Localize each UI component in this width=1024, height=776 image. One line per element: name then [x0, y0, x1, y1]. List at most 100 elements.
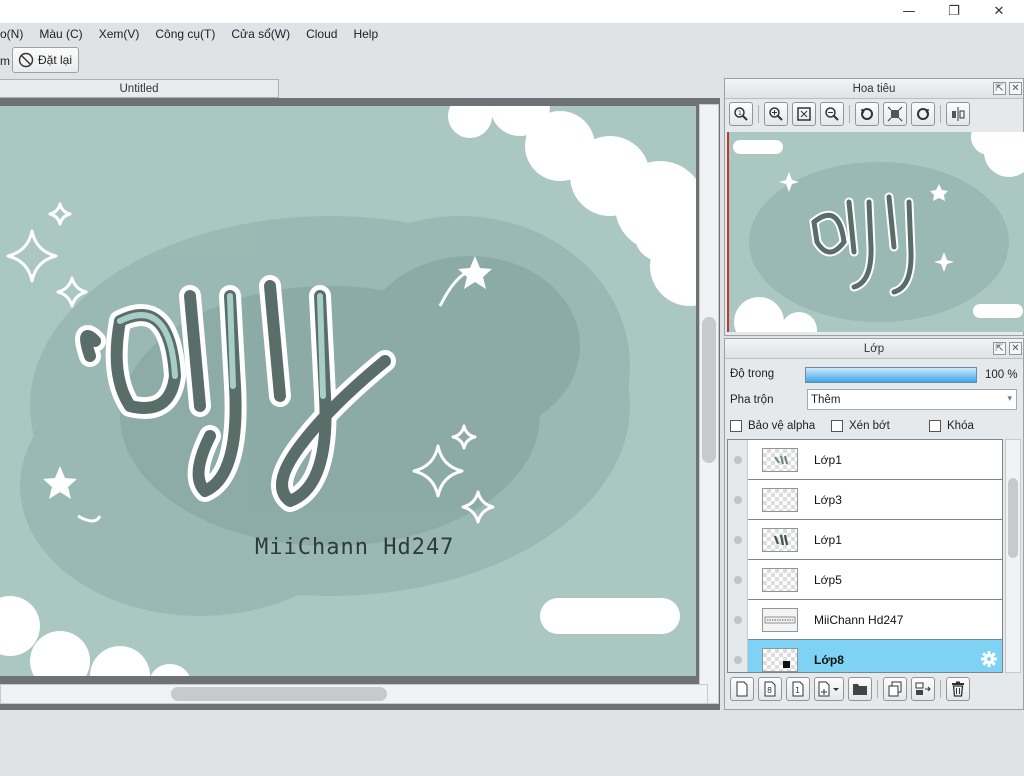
merge-down-button[interactable] [911, 677, 935, 701]
blend-label: Pha trộn [730, 394, 774, 406]
navigator-thumbnail [729, 132, 1024, 332]
checkbox-icon [831, 420, 843, 432]
new-folder-button[interactable] [848, 677, 872, 701]
restore-button[interactable]: ❐ [931, 0, 977, 23]
merge-down-icon [915, 682, 931, 695]
visibility-toggle[interactable] [728, 639, 748, 672]
new-8bit-layer-button[interactable]: 8 [758, 677, 782, 701]
delete-icon [952, 681, 964, 697]
new-1bit-layer-icon: 1 [792, 681, 804, 697]
layer-item[interactable]: Lớp3 [728, 479, 1002, 520]
new-layer-button[interactable] [730, 677, 754, 701]
menu-item-help[interactable]: Help [345, 27, 386, 41]
reset-label: Đặt lại [38, 53, 73, 67]
zoom-out-button[interactable] [820, 102, 844, 126]
layer-list[interactable]: Lớp1 Lớp3 Lớp1 Lớp5 MiiChann Hd247 Lớp8 [727, 439, 1003, 673]
navigator-detach-icon[interactable]: ⇱ [993, 82, 1006, 95]
duplicate-layer-button[interactable] [883, 677, 907, 701]
visibility-toggle[interactable] [728, 479, 748, 520]
add-layer-menu-icon [818, 681, 839, 697]
canvas[interactable]: MiiChann Hd247 [0, 106, 696, 776]
layer-list-scroll-thumb[interactable] [1008, 478, 1018, 558]
artwork-signature: MiiChann Hd247 [255, 535, 454, 560]
eye-icon [733, 495, 742, 504]
close-icon: ✕ [993, 4, 1005, 19]
layers-panel: Lớp ⇱ ✕ Độ trong 100 % Pha trộn Thêm ▾ B… [724, 338, 1024, 710]
canvas-horizontal-scrollbar[interactable] [0, 684, 708, 704]
rotate-left-button[interactable] [855, 102, 879, 126]
toolbar-separator [940, 105, 941, 123]
layer-item[interactable]: Lớp5 [728, 559, 1002, 600]
navigator-preview[interactable] [727, 132, 1024, 332]
rotate-right-button[interactable] [911, 102, 935, 126]
new-layer-icon [736, 681, 748, 697]
menu-item-window[interactable]: Cửa sổ(W) [223, 27, 298, 41]
visibility-toggle[interactable] [728, 440, 748, 480]
layer-item[interactable]: Lớp1 [728, 519, 1002, 560]
no-entry-icon [18, 52, 34, 68]
layer-name: Lớp1 [814, 452, 842, 467]
close-button[interactable]: ✕ [976, 0, 1022, 23]
rotate-right-icon [917, 108, 929, 120]
layer-list-scrollbar[interactable] [1005, 439, 1021, 673]
layer-item-selected[interactable]: Lớp8 [728, 639, 1002, 672]
menu-item-cloud[interactable]: Cloud [298, 27, 345, 41]
zoom-actual-button[interactable]: 1 [729, 102, 753, 126]
reset-button[interactable]: Đặt lại [12, 47, 79, 73]
navigator-panel: Hoa tiêu ⇱ ✕ 1 [724, 78, 1024, 336]
layer-thumbnail [762, 607, 798, 632]
document-tab-title: Untitled [119, 82, 159, 95]
visibility-toggle[interactable] [728, 519, 748, 560]
blend-mode-value: Thêm [811, 393, 841, 406]
navigator-close-icon[interactable]: ✕ [1009, 82, 1022, 95]
eye-icon [733, 455, 742, 464]
layer-name: MiiChann Hd247 [814, 612, 904, 627]
layer-thumbnail [762, 487, 798, 512]
menu-item-file[interactable]: o(N) [0, 27, 31, 41]
toolbar-separator [758, 105, 759, 123]
layer-name: Lớp3 [814, 492, 842, 507]
logo-thumbnail-icon [773, 534, 789, 545]
layer-name: Lớp5 [814, 572, 842, 587]
layer-item[interactable]: Lớp1 [728, 440, 1002, 480]
blend-row: Pha trộn [730, 394, 773, 406]
reset-view-button[interactable] [883, 102, 907, 126]
fit-window-button[interactable] [792, 102, 816, 126]
menu-item-tools[interactable]: Công cụ(T) [147, 27, 223, 41]
protect-alpha-checkbox[interactable]: Bảo vệ alpha [730, 420, 815, 432]
zoom-out-icon [825, 107, 839, 121]
add-layer-menu-button[interactable] [814, 677, 844, 701]
menu-item-view[interactable]: Xem(V) [91, 27, 148, 41]
visibility-toggle[interactable] [728, 559, 748, 600]
delete-layer-button[interactable] [946, 677, 970, 701]
new-1bit-layer-button[interactable]: 1 [786, 677, 810, 701]
layers-detach-icon[interactable]: ⇱ [993, 342, 1006, 355]
navigator-toolbar: 1 [725, 99, 1023, 129]
layer-color-swatch [783, 660, 790, 668]
minimize-icon: — [902, 4, 916, 19]
toolbar-separator [940, 680, 941, 698]
blend-mode-select[interactable]: Thêm ▾ [807, 389, 1017, 410]
canvas-area[interactable]: MiiChann Hd247 [0, 98, 720, 710]
flip-button[interactable] [946, 102, 970, 126]
layer-name: Lớp1 [814, 532, 842, 547]
zoom-in-button[interactable] [764, 102, 788, 126]
canvas-vertical-scrollbar[interactable] [699, 104, 719, 704]
visibility-toggle[interactable] [728, 599, 748, 640]
menu-item-color[interactable]: Màu (C) [31, 27, 90, 41]
layers-close-icon[interactable]: ✕ [1009, 342, 1022, 355]
canvas-vertical-scroll-thumb[interactable] [702, 317, 716, 463]
opacity-slider[interactable] [805, 367, 977, 383]
zoom-actual-icon: 1 [734, 107, 748, 121]
new-8bit-layer-icon: 8 [764, 681, 776, 697]
gear-icon[interactable] [980, 650, 998, 668]
lock-checkbox[interactable]: Khóa [929, 420, 974, 432]
layer-thumbnail [762, 647, 798, 672]
layer-item[interactable]: MiiChann Hd247 [728, 599, 1002, 640]
clipping-checkbox[interactable]: Xén bớt [831, 420, 890, 432]
minimize-button[interactable]: — [886, 0, 932, 23]
canvas-horizontal-scroll-thumb[interactable] [171, 687, 387, 701]
eye-icon [733, 535, 742, 544]
document-tab[interactable]: Untitled [0, 79, 279, 98]
eye-icon [733, 655, 742, 664]
